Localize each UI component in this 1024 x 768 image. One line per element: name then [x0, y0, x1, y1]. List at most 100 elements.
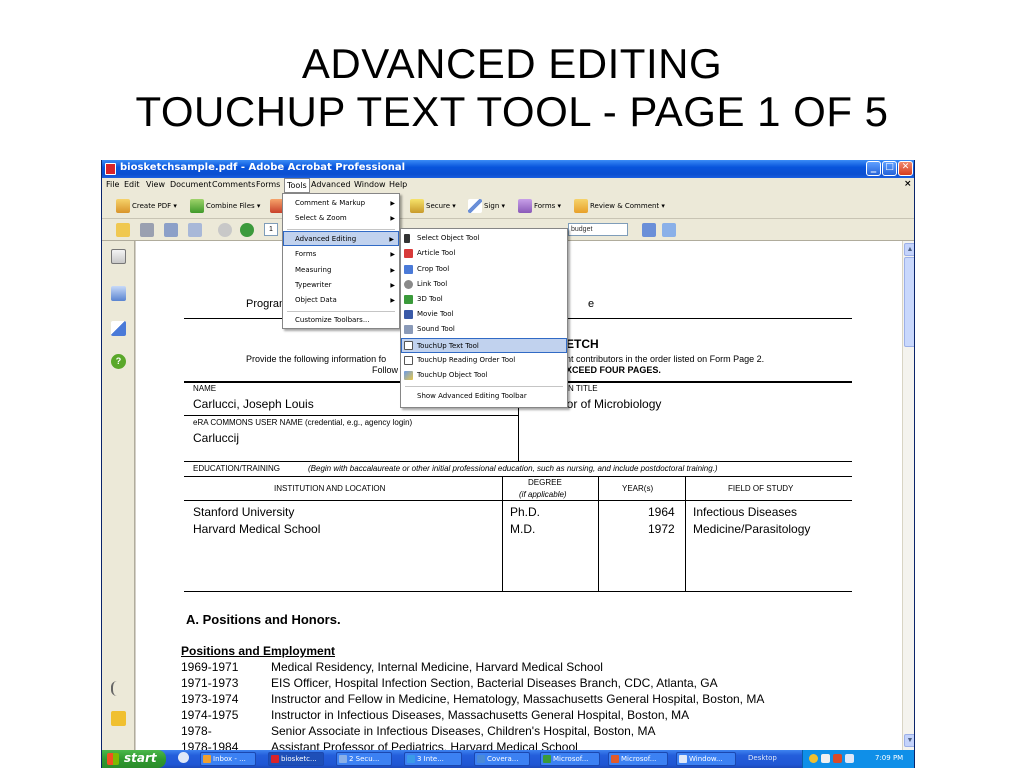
save-icon[interactable] [164, 223, 178, 237]
fit-width-icon[interactable] [662, 223, 676, 237]
review-comment-button[interactable]: Review & Comment ▾ [574, 199, 665, 213]
signatures-icon[interactable] [111, 321, 126, 336]
menu-help[interactable]: Help [389, 180, 407, 189]
help-icon[interactable]: ? [111, 354, 126, 369]
tools-menu-object-data[interactable]: Object Data ▶ [283, 293, 399, 308]
tray-icon-2[interactable] [821, 754, 830, 763]
sign-button[interactable]: Sign ▾ [468, 199, 505, 213]
crop-tool[interactable]: Crop Tool [401, 262, 567, 277]
fit-page-icon[interactable] [642, 223, 656, 237]
document-close-icon[interactable]: × [904, 179, 912, 189]
email-icon[interactable] [188, 223, 202, 237]
position-4-text: Instructor in Infectious Diseases, Massa… [271, 708, 690, 722]
create-pdf-icon [116, 199, 130, 213]
menu-file[interactable]: File [106, 180, 119, 189]
tools-menu-select-zoom[interactable]: Select & Zoom ▶ [283, 211, 399, 226]
menu-tools[interactable]: Tools [284, 178, 310, 193]
paperclip-icon[interactable] [111, 681, 126, 696]
menu-forms[interactable]: Forms [256, 180, 280, 189]
pages-icon[interactable] [111, 249, 126, 264]
arrow-cursor-icon [404, 234, 410, 243]
article-icon [404, 249, 413, 258]
vertical-scrollbar[interactable]: ▲ ▼ [902, 241, 914, 750]
secure-button[interactable]: Secure ▾ [410, 199, 456, 213]
tools-menu-typewriter[interactable]: Typewriter ▶ [283, 278, 399, 293]
position-4-years: 1974-1975 [181, 708, 239, 722]
col-degree: DEGREE [528, 478, 562, 487]
tools-menu-measuring[interactable]: Measuring ▶ [283, 263, 399, 278]
tools-menu: Comment & Markup ▶ Select & Zoom ▶ Advance… [282, 193, 400, 329]
scroll-thumb[interactable] [904, 257, 914, 347]
menu-edit[interactable]: Edit [124, 180, 140, 189]
link-tool[interactable]: Link Tool [401, 277, 567, 292]
crop-icon [404, 265, 413, 274]
era-label: eRA COMMONS USER NAME (credential, e.g.,… [193, 418, 413, 427]
tools-menu-customize-toolbars[interactable]: Customize Toolbars... [283, 313, 399, 328]
forms-icon [518, 199, 532, 213]
touchup-object-tool[interactable]: TouchUp Object Tool [401, 368, 567, 383]
quick-launch-icon[interactable] [178, 752, 189, 763]
sound-tool[interactable]: Sound Tool [401, 322, 567, 337]
forms-button[interactable]: Forms ▾ [518, 199, 561, 213]
task-microsoft-2[interactable]: Microsof... [608, 752, 668, 766]
edu-row-1-year: 1964 [648, 505, 675, 519]
combine-files-button[interactable]: Combine Files ▾ [190, 199, 260, 213]
slide-title: ADVANCED EDITING TOUCHUP TEXT TOOL - PAG… [0, 40, 1024, 136]
education-note: (Begin with baccalaureate or other initi… [308, 464, 718, 473]
next-page-icon[interactable] [240, 223, 254, 237]
close-button[interactable]: ✕ [898, 161, 913, 176]
create-pdf-button[interactable]: Create PDF ▾ [116, 199, 177, 213]
touchup-reading-order-tool[interactable]: TouchUp Reading Order Tool [401, 353, 567, 368]
scroll-up-icon[interactable]: ▲ [904, 243, 914, 256]
tools-menu-advanced-editing[interactable]: Advanced Editing ▶ [283, 231, 399, 246]
position-2-text: EIS Officer, Hospital Infection Section,… [271, 676, 718, 690]
tools-menu-forms[interactable]: Forms ▶ [283, 247, 399, 262]
show-advanced-editing-toolbar[interactable]: Show Advanced Editing Toolbar [401, 389, 567, 404]
window-titlebar[interactable]: biosketchsample.pdf - Adobe Acrobat Prof… [102, 160, 914, 178]
follow-text-right: XCEED FOUR PAGES. [566, 365, 661, 375]
desktop-toolbar-label[interactable]: Desktop [748, 754, 777, 762]
task-biosketch[interactable]: biosketc... [268, 752, 324, 766]
bookmarks-icon[interactable] [111, 286, 126, 301]
select-object-tool[interactable]: Select Object Tool [401, 231, 567, 246]
menu-advanced[interactable]: Advanced [311, 180, 351, 189]
tray-icon-4[interactable] [845, 754, 854, 763]
clock[interactable]: 7:09 PM [875, 754, 903, 762]
tools-menu-comment-markup[interactable]: Comment & Markup ▶ [283, 196, 399, 211]
menu-comments[interactable]: Comments [212, 180, 255, 189]
tray-icon-1[interactable] [809, 754, 818, 763]
open-icon[interactable] [116, 223, 130, 237]
tray-icon-3[interactable] [833, 754, 842, 763]
instruction-text-left: Provide the following information fo [246, 354, 387, 364]
previous-page-icon[interactable] [218, 223, 232, 237]
scroll-down-icon[interactable]: ▼ [904, 734, 914, 747]
start-button[interactable]: start [102, 750, 166, 768]
name-label: NAME [193, 384, 217, 393]
article-tool[interactable]: Article Tool [401, 246, 567, 261]
menu-document[interactable]: Document [170, 180, 211, 189]
zoom-select[interactable]: budget [568, 223, 628, 236]
comments-icon[interactable] [111, 711, 126, 726]
education-label: EDUCATION/TRAINING [193, 464, 280, 473]
touchup-text-tool[interactable]: TouchUp Text Tool [401, 338, 567, 353]
task-inte[interactable]: 3 Inte... [404, 752, 462, 766]
slide-title-line1: ADVANCED EDITING [301, 40, 723, 87]
position-1-text: Medical Residency, Internal Medicine, Ha… [271, 660, 603, 674]
task-windows[interactable]: Window... [676, 752, 736, 766]
page-number-input[interactable]: 1 [264, 223, 278, 236]
3d-tool[interactable]: 3D Tool [401, 292, 567, 307]
task-secu[interactable]: 2 Secu... [336, 752, 392, 766]
link-icon [404, 280, 413, 289]
review-icon [574, 199, 588, 213]
edu-row-1-institution: Stanford University [193, 505, 295, 519]
slide-title-line2: TOUCHUP TEXT TOOL - PAGE 1 OF 5 [135, 88, 889, 135]
movie-tool[interactable]: Movie Tool [401, 307, 567, 322]
minimize-button[interactable]: _ [866, 160, 881, 176]
menu-window[interactable]: Window [354, 180, 386, 189]
menu-view[interactable]: View [146, 180, 165, 189]
maximize-button[interactable]: □ [882, 161, 897, 176]
task-inbox[interactable]: Inbox - ... [200, 752, 256, 766]
task-microsoft-1[interactable]: Microsof... [540, 752, 600, 766]
task-covera[interactable]: Covera... [474, 752, 530, 766]
print-icon[interactable] [140, 223, 154, 237]
